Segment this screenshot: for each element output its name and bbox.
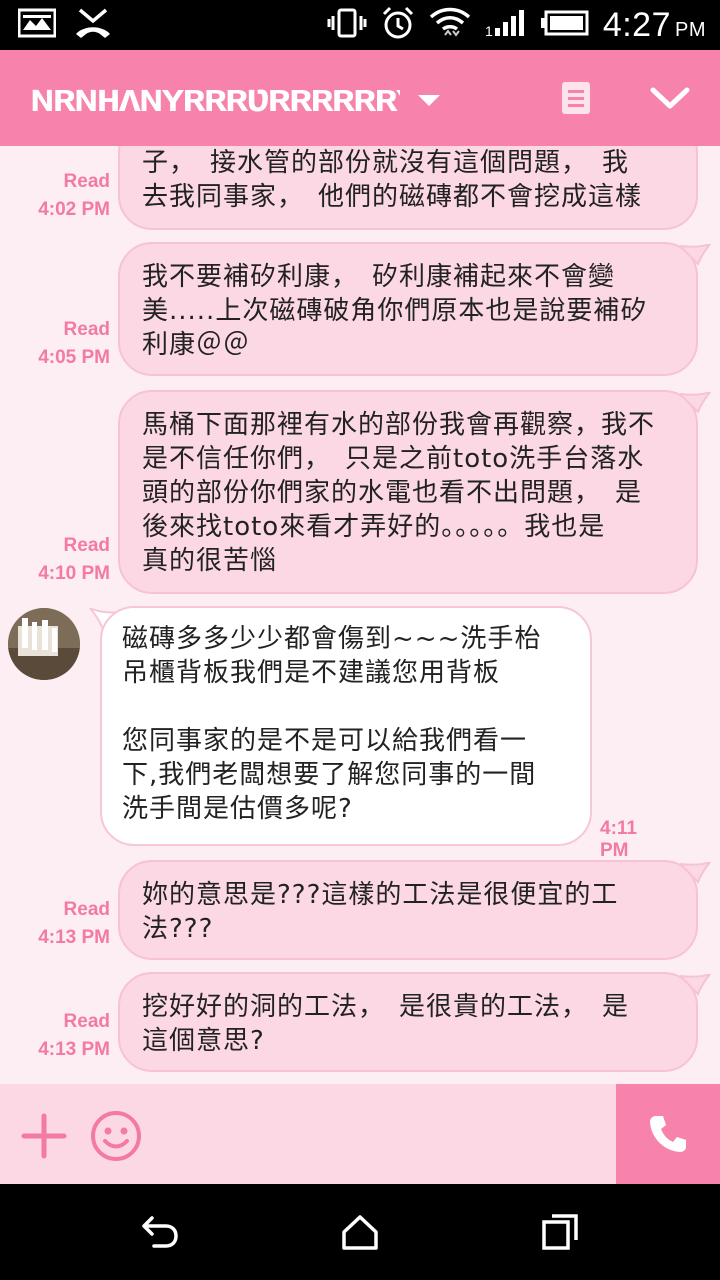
notes-button[interactable] — [546, 68, 606, 128]
contact-avatar[interactable] — [8, 608, 80, 680]
bubble-tail — [680, 974, 712, 996]
phone-icon — [650, 1116, 686, 1152]
notes-icon — [562, 82, 590, 114]
message-time: 4:11 PM — [600, 818, 637, 861]
vibrate-icon — [327, 8, 367, 42]
bubble-tail — [680, 392, 712, 414]
message-bubble[interactable]: 挖好好的洞的工法， 是很貴的工法， 是 這個意思? — [118, 972, 698, 1072]
chat-title-redacted[interactable]: ɴʀɴʜʌɴʏʀʀʀʋʀʀʀʀʀʀʏɴʜ — [30, 76, 400, 121]
call-button[interactable] — [616, 1084, 720, 1184]
missed-call-icon — [74, 7, 112, 43]
message-meta: Read 4:02 PM — [38, 171, 110, 220]
system-nav-bar — [0, 1184, 720, 1280]
message-meta: Read 4:13 PM — [38, 1011, 110, 1060]
message-meta: Read 4:13 PM — [38, 899, 110, 948]
svg-text:1: 1 — [485, 23, 493, 38]
recent-apps-icon[interactable] — [540, 1212, 580, 1252]
emoji-icon[interactable] — [90, 1110, 142, 1162]
status-bar: 1 4:27 PM — [0, 0, 720, 50]
message-bubble[interactable]: 我不要補矽利康， 矽利康補起來不會變 美.....上次磁磚破角你們原本也是說要補… — [118, 242, 698, 376]
battery-icon — [540, 10, 589, 40]
message-bubble[interactable]: 磁磚多多少少都會傷到~~~洗手枱 吊櫃背板我們是不建議您用背板 您同事家的是不是… — [100, 606, 592, 846]
message-meta: Read 4:05 PM — [38, 319, 110, 368]
home-icon[interactable] — [340, 1212, 380, 1252]
dropdown-caret-icon[interactable] — [418, 94, 440, 106]
back-icon[interactable] — [140, 1212, 180, 1252]
bubble-tail — [680, 862, 712, 884]
wifi-icon — [429, 5, 471, 45]
bubble-tail — [680, 244, 712, 266]
chat-header: ɴʀɴʜʌɴʏʀʀʀʋʀʀʀʀʀʀʏɴʜ — [0, 50, 720, 146]
plus-icon[interactable] — [20, 1112, 68, 1160]
line-chat-screen: 1 4:27PM ɴʀɴʜʌɴʏʀʀʀʋʀʀʀʀʀʀʏɴʜ Read 4:02 … — [0, 0, 720, 1280]
message-bubble[interactable]: 子， 接水管的部份就沒有這個問題， 我 去我同事家， 他們的磁磚都不會挖成這樣 — [118, 146, 698, 230]
alarm-icon — [381, 6, 415, 44]
message-meta: Read 4:10 PM — [38, 535, 110, 584]
message-input-bar — [0, 1084, 720, 1184]
image-notification-icon — [17, 8, 57, 42]
message-bubble[interactable]: 馬桶下面那裡有水的部份我會再觀察，我不 是不信任你們， 只是之前toto洗手台落… — [118, 390, 698, 594]
signal-icon: 1 — [485, 8, 527, 42]
message-list[interactable]: Read 4:02 PM 子， 接水管的部份就沒有這個問題， 我 去我同事家， … — [0, 146, 720, 1084]
message-bubble[interactable]: 妳的意思是???這樣的工法是很便宜的工 法??? — [118, 860, 698, 960]
chevron-down-icon — [650, 87, 690, 109]
collapse-button[interactable] — [640, 68, 700, 128]
clock: 4:27 PM — [602, 5, 706, 44]
